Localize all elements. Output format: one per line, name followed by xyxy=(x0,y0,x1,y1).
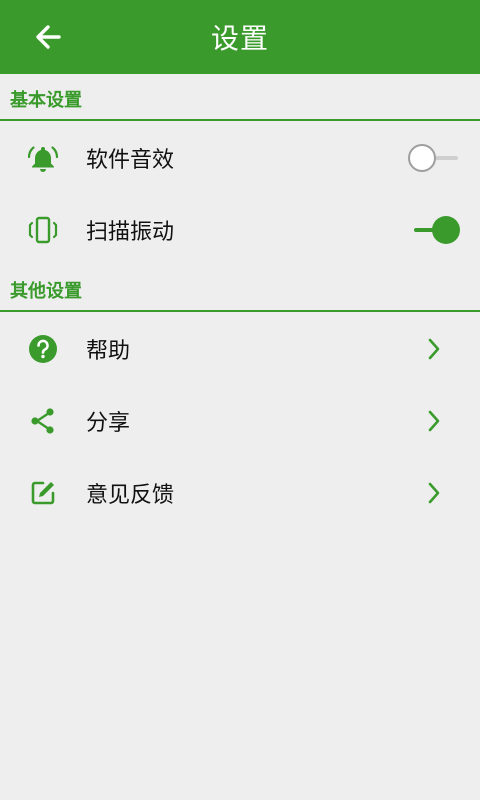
section-divider xyxy=(0,119,480,121)
row-label: 分享 xyxy=(86,411,131,436)
chevron-right-icon xyxy=(424,478,444,508)
top-app-bar: 设置 xyxy=(0,0,480,74)
row-label: 意见反馈 xyxy=(86,483,175,508)
help-circle-icon xyxy=(26,332,60,366)
section-divider xyxy=(0,310,480,312)
section-header-basic: 基本设置 xyxy=(10,90,82,111)
row-share[interactable]: 分享 xyxy=(0,385,480,457)
row-label: 软件音效 xyxy=(86,148,175,173)
row-feedback[interactable]: 意见反馈 xyxy=(0,457,480,529)
arrow-left-icon xyxy=(36,25,61,49)
sound-effects-toggle[interactable] xyxy=(408,141,460,175)
scan-vibration-toggle[interactable] xyxy=(408,213,460,247)
share-icon xyxy=(26,404,60,438)
bell-alert-icon xyxy=(26,141,60,175)
row-scan-vibration[interactable]: 扫描振动 xyxy=(0,194,480,266)
chevron-right-icon xyxy=(424,406,444,436)
row-label: 帮助 xyxy=(86,339,131,364)
edit-feedback-icon xyxy=(26,476,60,510)
row-sound-effects[interactable]: 软件音效 xyxy=(0,122,480,194)
toggle-knob xyxy=(432,216,460,244)
page-title: 设置 xyxy=(210,22,269,55)
back-button[interactable] xyxy=(24,13,72,61)
toggle-knob xyxy=(408,144,436,172)
row-help[interactable]: 帮助 xyxy=(0,313,480,385)
settings-screen: 设置 基本设置 软件音效 扫描振动 其他设置 帮助 分享 意见反馈 xyxy=(0,0,480,800)
vibration-icon xyxy=(26,213,60,247)
chevron-right-icon xyxy=(424,334,444,364)
row-label: 扫描振动 xyxy=(86,220,175,245)
section-header-other: 其他设置 xyxy=(10,281,82,302)
